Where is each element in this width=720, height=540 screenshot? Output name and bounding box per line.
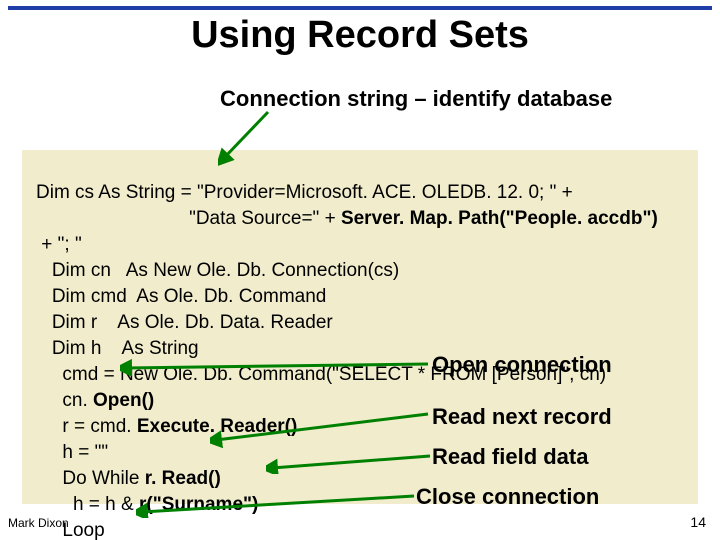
code-line: cn.	[36, 390, 93, 411]
arrow-icon	[266, 450, 442, 474]
arrow-icon	[218, 108, 278, 168]
code-bold: Open()	[93, 390, 154, 411]
code-line: r = cmd.	[36, 416, 137, 437]
code-line: "Data Source=" +	[36, 208, 341, 229]
annotation-close: Close connection	[416, 484, 599, 510]
annotation-next: Read next record	[432, 404, 612, 430]
code-block: Dim cs As String = "Provider=Microsoft. …	[36, 154, 696, 540]
annotation-open: Open connection	[432, 352, 612, 378]
code-line: Dim cmd As Ole. Db. Command	[36, 286, 326, 307]
code-line: h = ""	[36, 442, 108, 463]
code-line: Do While	[36, 468, 145, 489]
subtitle: Connection string – identify database	[220, 86, 612, 112]
annotation-field: Read field data	[432, 444, 588, 470]
code-bold: Server. Map. Path("People. accdb")	[341, 208, 658, 229]
slide-title: Using Record Sets	[0, 14, 720, 57]
arrow-icon	[136, 490, 426, 518]
code-line: Dim r As Ole. Db. Data. Reader	[36, 312, 333, 333]
arrow-icon	[120, 352, 440, 376]
code-line: h = h &	[36, 494, 139, 515]
top-accent-bar	[8, 6, 712, 10]
code-bold: r. Read()	[145, 468, 221, 489]
code-line: Dim cs As String = "Provider=Microsoft. …	[36, 182, 573, 203]
code-line: Dim cn As New Ole. Db. Connection(cs)	[36, 260, 399, 281]
footer-author: Mark Dixon	[8, 516, 69, 530]
arrow-icon	[210, 408, 440, 448]
slide: Using Record Sets Connection string – id…	[0, 0, 720, 540]
slide-number: 14	[690, 514, 706, 530]
code-line: + "; "	[36, 234, 82, 255]
